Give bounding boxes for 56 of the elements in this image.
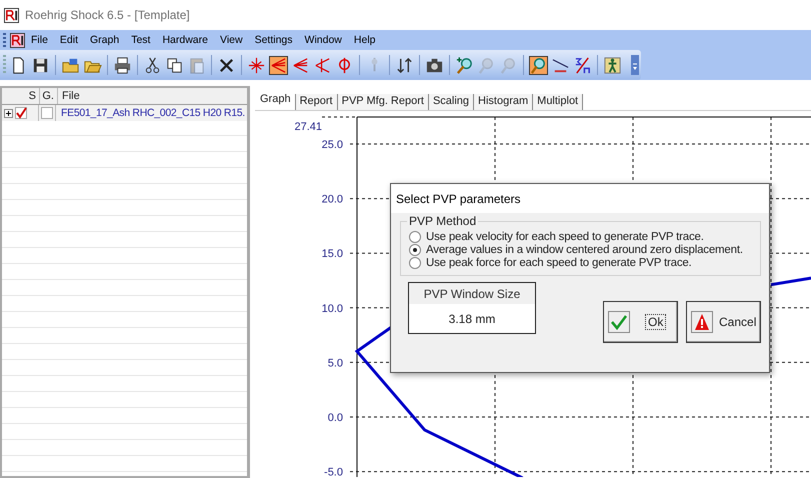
- magnifier-icon[interactable]: [529, 56, 548, 74]
- column-header[interactable]: File: [58, 88, 247, 104]
- app-icon[interactable]: [10, 32, 25, 48]
- menu-item[interactable]: Graph: [84, 34, 126, 46]
- axis-tick-label: 5.0: [328, 357, 343, 370]
- checkbox[interactable]: [41, 107, 53, 119]
- axis-tick-label: 15.0: [322, 248, 343, 260]
- axis-label: 27.41: [294, 121, 322, 133]
- column-header[interactable]: S: [2, 88, 40, 104]
- cancel-button[interactable]: Cancel: [686, 301, 761, 343]
- radio-button[interactable]: [409, 231, 421, 243]
- expand-toggle[interactable]: [4, 108, 13, 118]
- printer-icon[interactable]: [113, 56, 132, 74]
- scissors-icon[interactable]: [143, 56, 162, 74]
- radio-button[interactable]: [409, 244, 421, 256]
- menu-item[interactable]: Hardware: [156, 34, 214, 46]
- menu-item[interactable]: View: [214, 34, 249, 46]
- menu-item[interactable]: File: [25, 34, 54, 46]
- ok-button[interactable]: Ok: [603, 301, 678, 343]
- menu-item[interactable]: Edit: [54, 34, 84, 46]
- tab[interactable]: Report: [294, 94, 338, 110]
- sort-arrows-icon[interactable]: [395, 56, 414, 74]
- tab[interactable]: Histogram: [473, 94, 534, 110]
- zoom-in-icon[interactable]: [455, 56, 474, 74]
- axis-tick-label: 10.0: [322, 302, 343, 315]
- group-label: PVP Method: [407, 214, 478, 228]
- column-header[interactable]: G.: [40, 88, 58, 104]
- axis-tick-label: -5.0: [324, 466, 343, 477]
- warning-icon: [691, 311, 713, 333]
- axis-tick-label: 25.0: [322, 139, 343, 151]
- figure-icon[interactable]: [603, 56, 622, 74]
- radio-button[interactable]: [409, 257, 421, 269]
- fan-lines-icon[interactable]: [269, 56, 288, 74]
- tab[interactable]: PVP Mfg. Report: [336, 94, 429, 110]
- menu-item[interactable]: Help: [348, 34, 382, 46]
- copy-icon[interactable]: [165, 56, 184, 74]
- checkbox[interactable]: [15, 107, 27, 119]
- axis-tick-label: 20.0: [322, 194, 343, 206]
- grip-handle[interactable]: [3, 33, 6, 47]
- window-title: Roehrig Shock 6.5 - [Template]: [25, 8, 190, 22]
- input-field[interactable]: 3.18 mm: [409, 304, 535, 333]
- menu-item[interactable]: Test: [125, 34, 156, 46]
- menu-item[interactable]: Window: [298, 34, 348, 46]
- tab[interactable]: Multiplot: [532, 94, 584, 110]
- formula-icon[interactable]: [573, 56, 592, 74]
- radio-label[interactable]: Use peak force for each speed to generate PVP trace.: [426, 257, 692, 269]
- axis-tick-label: 0.0: [328, 412, 343, 424]
- dialog-title: Select PVP parameters: [391, 184, 769, 213]
- app-icon: [4, 8, 19, 22]
- crosshair-icon[interactable]: [247, 56, 266, 74]
- check-icon: [608, 311, 630, 333]
- chevron-icon[interactable]: [631, 55, 639, 75]
- tab[interactable]: Scaling: [428, 94, 474, 110]
- radio-label[interactable]: Average values in a window centered around zero displacement.: [426, 244, 743, 256]
- radio-label[interactable]: Use peak velocity for each speed to generate PVP trace.: [426, 231, 704, 243]
- menu-item[interactable]: Settings: [248, 34, 299, 46]
